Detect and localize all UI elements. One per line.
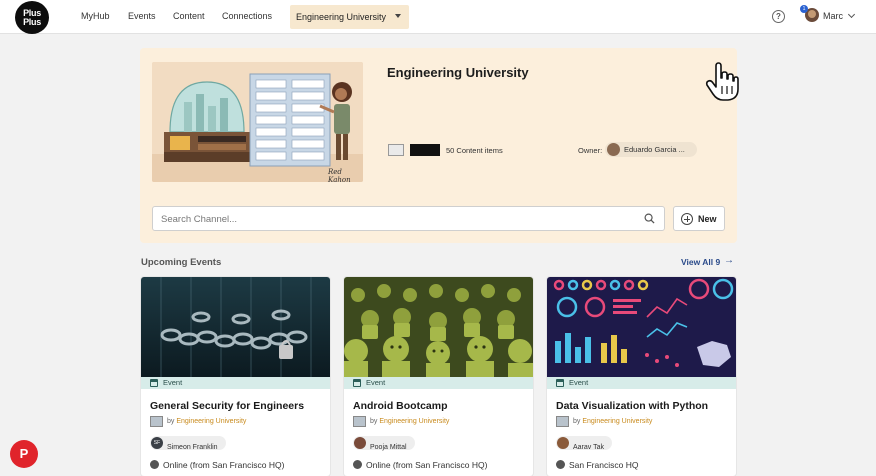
event-card[interactable]: Event Android Bootcamp by Engineering Un…	[344, 277, 533, 476]
nav-content[interactable]: Content	[173, 11, 205, 21]
banner-illustration	[152, 62, 363, 182]
content-thumbnail	[410, 144, 440, 156]
calendar-icon	[150, 379, 158, 387]
owner-label: Owner:	[578, 146, 603, 155]
calendar-icon	[353, 379, 361, 387]
by-label: by	[573, 418, 581, 425]
host-name: Simeon Franklin	[167, 444, 218, 451]
section-title-upcoming-events: Upcoming Events	[141, 257, 222, 268]
event-image	[344, 277, 533, 377]
channel-title: Engineering University	[387, 65, 529, 80]
event-image-androids	[344, 277, 533, 377]
event-type-label: Event	[163, 378, 183, 387]
assistant-fab-button[interactable]: P	[10, 440, 38, 468]
banner-signature: Red Kahon	[328, 168, 351, 182]
channel-header-card: Red Kahon Engineering University 50 Cont…	[140, 48, 737, 243]
event-channel: by Engineering University	[370, 418, 449, 425]
event-image-chains	[141, 277, 330, 377]
channel-selector[interactable]: Engineering University	[290, 5, 409, 29]
hand-pointer-cursor-icon	[705, 62, 739, 101]
new-button[interactable]: New	[673, 206, 725, 231]
by-label: by	[167, 418, 175, 425]
channel-selector-label: Engineering University	[296, 12, 387, 22]
event-location: Online (from San Francisco HQ)	[163, 460, 285, 470]
owner-chip[interactable]: Eduardo Garcia ...	[605, 142, 697, 157]
nav-myhub[interactable]: MyHub	[81, 11, 110, 21]
host-chip[interactable]: Pooja Mittal	[353, 436, 415, 451]
host-avatar: SF	[151, 437, 163, 449]
caret-down-icon	[395, 14, 401, 18]
event-title[interactable]: Android Bootcamp	[353, 400, 448, 412]
owner-avatar	[607, 143, 620, 156]
event-channel: by Engineering University	[167, 418, 246, 425]
nav-connections[interactable]: Connections	[222, 11, 272, 21]
channel-thumbnail	[556, 416, 569, 427]
event-location: San Francisco HQ	[569, 460, 639, 470]
channel-thumbnail	[353, 416, 366, 427]
owner-name: Eduardo Garcia ...	[624, 145, 685, 154]
host-chip[interactable]: SF Simeon Franklin	[150, 436, 226, 451]
arrow-right-icon[interactable]: →	[724, 255, 734, 266]
event-image-dataviz	[547, 277, 736, 377]
event-channel-link[interactable]: Engineering University	[379, 418, 449, 425]
search-icon[interactable]	[644, 213, 655, 224]
event-title[interactable]: General Security for Engineers	[150, 400, 304, 412]
event-card[interactable]: Event Data Visualization with Python by …	[547, 277, 736, 476]
host-chip[interactable]: Aarav Tak	[556, 436, 612, 451]
event-type-tag: Event	[547, 377, 736, 389]
event-image	[141, 277, 330, 377]
event-type-tag: Event	[344, 377, 533, 389]
host-name: Pooja Mittal	[370, 444, 407, 451]
globe-icon	[353, 460, 362, 469]
event-type-label: Event	[366, 378, 386, 387]
event-card[interactable]: Event General Security for Engineers by …	[141, 277, 330, 476]
notification-badge: 1	[800, 5, 808, 13]
chevron-down-icon[interactable]	[847, 10, 856, 19]
search-channel-box	[152, 206, 665, 231]
user-name[interactable]: Marc	[823, 11, 843, 21]
host-avatar	[354, 437, 366, 449]
event-image	[547, 277, 736, 377]
help-icon[interactable]: ?	[772, 10, 785, 23]
channel-banner-image: Red Kahon	[152, 62, 363, 182]
event-type-label: Event	[569, 378, 589, 387]
event-channel-link[interactable]: Engineering University	[582, 418, 652, 425]
event-location: Online (from San Francisco HQ)	[366, 460, 488, 470]
content-thumbnail	[388, 144, 404, 156]
globe-icon	[150, 460, 159, 469]
content-thumbnails	[388, 144, 440, 156]
nav-events[interactable]: Events	[128, 11, 156, 21]
new-button-label: New	[698, 214, 717, 224]
content-count[interactable]: 50 Content items	[446, 146, 503, 155]
host-name: Aarav Tak	[573, 444, 604, 451]
channel-thumbnail	[150, 416, 163, 427]
event-type-tag: Event	[141, 377, 330, 389]
search-input[interactable]	[161, 212, 631, 226]
globe-icon	[556, 460, 565, 469]
top-navigation-bar: Plus Plus MyHub Events Content Connectio…	[0, 0, 876, 34]
plus-circle-icon	[681, 213, 693, 225]
app-logo[interactable]: Plus Plus	[15, 1, 49, 34]
by-label: by	[370, 418, 378, 425]
event-channel-link[interactable]: Engineering University	[176, 418, 246, 425]
view-all-link[interactable]: View All 9	[681, 257, 720, 267]
event-title[interactable]: Data Visualization with Python	[556, 400, 708, 412]
host-avatar	[557, 437, 569, 449]
logo-text-line2: Plus	[23, 17, 41, 27]
calendar-icon	[556, 379, 564, 387]
event-channel: by Engineering University	[573, 418, 652, 425]
